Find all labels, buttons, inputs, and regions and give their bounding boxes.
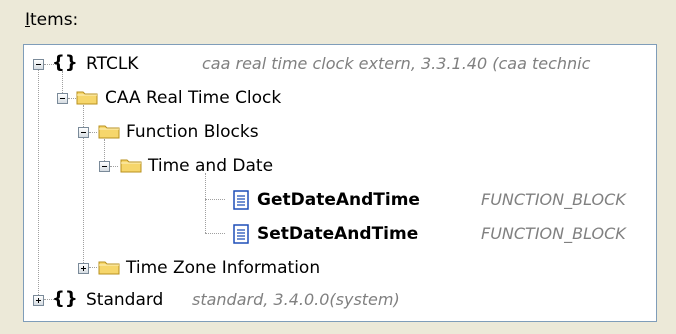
items-tree[interactable]: {} RTCLK caa real time clock extern, 3.3…	[23, 44, 657, 322]
folder-icon	[76, 91, 98, 105]
tree-node-label: Function Blocks	[126, 122, 259, 142]
collapse-icon[interactable]	[78, 127, 89, 138]
tree-node-label: Time Zone Information	[126, 258, 321, 278]
document-icon	[233, 190, 249, 210]
expand-icon[interactable]	[33, 295, 44, 306]
tree-node-label: SetDateAndTime	[257, 224, 419, 244]
expand-icon[interactable]	[78, 263, 89, 274]
tree-node-label: Time and Date	[148, 156, 274, 176]
items-label-text: tems:	[30, 10, 79, 30]
tree-node-label: Standard	[86, 290, 164, 310]
tree-row-rtclk[interactable]: {} RTCLK caa real time clock extern, 3.3…	[24, 47, 656, 81]
folder-icon	[98, 125, 120, 139]
collapse-icon[interactable]	[99, 161, 110, 172]
braces-icon: {}	[52, 52, 78, 73]
tree-row-time-and-date[interactable]: Time and Date	[24, 149, 656, 183]
tree-node-description: FUNCTION_BLOCK	[481, 224, 626, 243]
tree-node-description: FUNCTION_BLOCK	[481, 190, 626, 209]
tree-node-description: caa real time clock extern, 3.3.1.40 (ca…	[202, 54, 591, 73]
tree-row-caa-real-time-clock[interactable]: CAA Real Time Clock	[24, 81, 656, 115]
tree-node-label: RTCLK	[86, 54, 139, 74]
folder-icon	[120, 159, 142, 173]
collapse-icon[interactable]	[57, 93, 68, 104]
tree-node-label: GetDateAndTime	[257, 190, 420, 210]
tree-row-time-zone-information[interactable]: Time Zone Information	[24, 251, 656, 285]
tree-row-standard[interactable]: {} Standard standard, 3.4.0.0(system)	[24, 283, 656, 317]
tree-row-function-blocks[interactable]: Function Blocks	[24, 115, 656, 149]
tree-node-label: CAA Real Time Clock	[105, 88, 282, 108]
tree-node-description: standard, 3.4.0.0(system)	[192, 290, 400, 309]
collapse-icon[interactable]	[33, 59, 44, 70]
document-icon	[233, 224, 249, 244]
tree-row-setdateandtime[interactable]: SetDateAndTime FUNCTION_BLOCK	[24, 217, 656, 251]
braces-icon: {}	[52, 288, 78, 309]
items-label: Items:	[25, 10, 78, 30]
tree-row-getdateandtime[interactable]: GetDateAndTime FUNCTION_BLOCK	[24, 183, 656, 217]
folder-icon	[98, 261, 120, 275]
